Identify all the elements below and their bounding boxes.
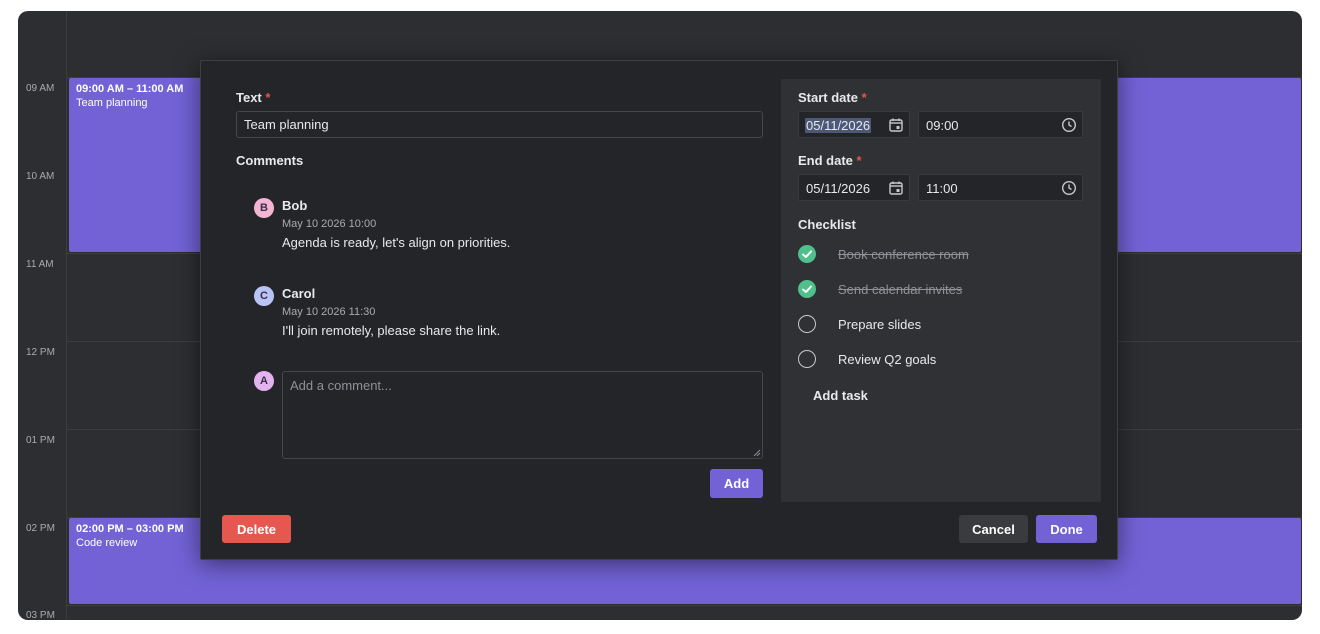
avatar: C [254,286,274,306]
hour-label: 09 AM [26,83,55,94]
end-time-input[interactable]: 11:00 [918,174,1083,201]
hour-label: 10 AM [26,171,55,182]
hour-label: 11 AM [26,259,54,270]
comment-date: May 10 2026 11:30 [282,306,376,318]
checked-icon[interactable] [798,245,816,263]
resize-handle-icon[interactable] [753,449,761,457]
hour-label: 02 PM [26,523,55,534]
calendar-icon[interactable] [888,180,904,196]
end-date-label: End date * [798,153,862,168]
required-mark: * [265,90,271,105]
avatar: B [254,198,274,218]
clock-icon[interactable] [1061,117,1077,133]
cancel-button[interactable]: Cancel [959,515,1028,543]
end-time-value: 11:00 [926,181,958,196]
add-task-button[interactable]: Add task [813,388,868,403]
required-mark: * [861,90,867,105]
comment-date: May 10 2026 10:00 [282,218,377,230]
checked-icon[interactable] [798,280,816,298]
time-column: 09 AM 10 AM 11 AM 12 PM 01 PM 02 PM 03 P… [18,11,67,620]
comment-author: Carol [282,286,316,301]
comment-author: Bob [282,198,308,213]
comment-text: I'll join remotely, please share the lin… [282,323,501,338]
start-time-input[interactable]: 09:00 [918,111,1083,138]
hour-label: 03 PM [26,610,55,620]
checklist-item-label: Send calendar invites [838,282,963,297]
checklist-item-label: Prepare slides [838,317,922,332]
event-editor-dialog: Text * Comments B Bob May 10 2026 10:00 … [200,60,1118,560]
start-label-text: Start date [798,90,858,105]
end-date-input[interactable]: 05/11/2026 [798,174,910,201]
comments-heading: Comments [236,153,304,168]
comment-text: Agenda is ready, let's align on prioriti… [282,235,511,250]
checklist-item-label: Review Q2 goals [838,352,937,367]
end-date-value: 05/11/2026 [806,181,871,196]
checklist-heading: Checklist [798,217,856,232]
start-date-value: 05/11/2026 [805,118,872,133]
text-label: Text [236,90,262,105]
clock-icon[interactable] [1061,180,1077,196]
checklist-item-label: Book conference room [838,247,969,262]
add-comment-button[interactable]: Add [710,469,763,498]
event-text-input[interactable] [236,111,763,138]
start-date-label: Start date * [798,90,867,105]
start-time-value: 09:00 [926,118,959,133]
hour-divider [67,605,1302,606]
details-panel: Start date * 05/11/2026 09:00 End date * [781,79,1101,502]
delete-button[interactable]: Delete [222,515,291,543]
hour-label: 12 PM [26,347,55,358]
done-button[interactable]: Done [1036,515,1097,543]
current-user-avatar: A [254,371,274,391]
required-mark: * [856,153,862,168]
hour-label: 01 PM [26,435,55,446]
text-field-label: Text * [236,90,270,105]
unchecked-circle-icon[interactable] [798,350,816,368]
comment-input[interactable] [282,371,763,459]
unchecked-circle-icon[interactable] [798,315,816,333]
start-date-input[interactable]: 05/11/2026 [798,111,910,138]
end-label-text: End date [798,153,853,168]
calendar-icon[interactable] [888,117,904,133]
